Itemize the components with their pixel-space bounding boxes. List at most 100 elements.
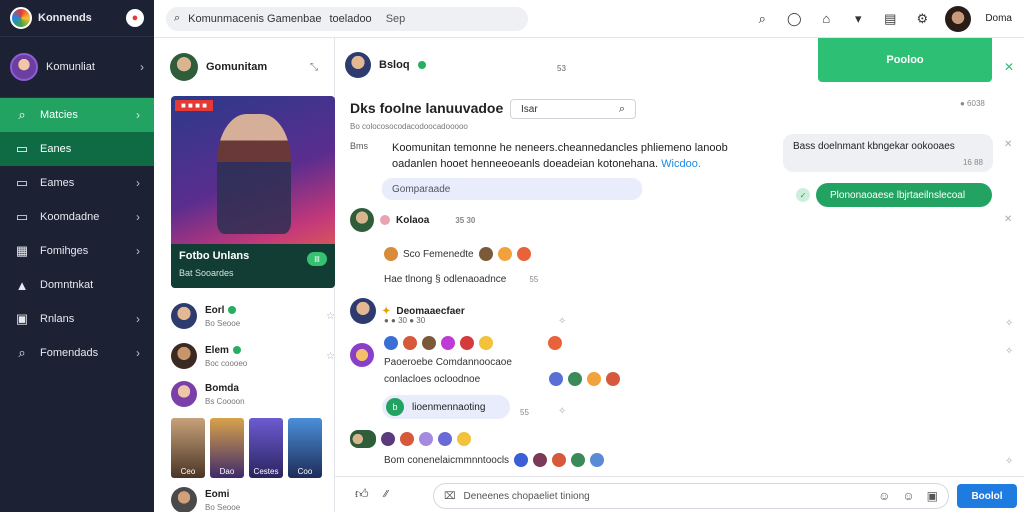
- thumbs-up-icon[interactable]: 👍︎: [355, 486, 369, 502]
- star-icon[interactable]: ✧: [1005, 318, 1013, 329]
- sidebar-item-label: Fomihges: [40, 245, 89, 257]
- emoji-icon: [438, 432, 452, 446]
- star-icon[interactable]: ✧: [1005, 346, 1013, 357]
- emoji-icon[interactable]: [549, 372, 564, 386]
- chat-bubble-icon[interactable]: ◯: [785, 10, 803, 28]
- chevron-down-icon[interactable]: ▾: [849, 10, 867, 28]
- game-card[interactable]: Ceo: [171, 418, 205, 478]
- emoji-icon: [441, 336, 455, 350]
- collapse-icon[interactable]: ⤡: [310, 62, 318, 73]
- message-line: Bom conenelaicmmnntoocls: [384, 453, 605, 467]
- bag-icon: ▣: [15, 311, 29, 326]
- send-status-icon: ✓: [796, 188, 810, 202]
- list-item[interactable]: Eomi Bo Seooe: [171, 482, 335, 512]
- sidebar-item-koomdadne[interactable]: ▭ Koomdadne ›: [0, 200, 154, 234]
- left-sidebar: Konnends ● Komunliat › ⌕ Matcies › ▭ Ean…: [0, 0, 154, 512]
- chat-header[interactable]: Bsloq: [345, 52, 426, 78]
- emoji-icon[interactable]: [590, 453, 605, 467]
- avatar: [350, 343, 374, 367]
- message-author: Kolaoa: [396, 214, 430, 226]
- search-icon: ⌕: [174, 12, 181, 24]
- tag-pill[interactable]: Gomparaade: [382, 178, 642, 200]
- message-input-placeholder: Deneenes chopaeliet tiniong: [463, 490, 590, 502]
- message-line: Paoeroebe Comdannoocaoe: [384, 357, 512, 368]
- primary-cta-button[interactable]: Pooloo: [818, 38, 992, 82]
- action-pill[interactable]: b lioenmennaoting: [382, 395, 510, 419]
- sidebar-profile[interactable]: Komunliat ›: [0, 36, 154, 98]
- sticker-icon[interactable]: ☺: [902, 489, 914, 503]
- bell-icon[interactable]: ⌂: [817, 10, 835, 28]
- star-icon[interactable]: ✧: [1005, 456, 1013, 467]
- sidebar-item-games[interactable]: ▭ Eames ›: [0, 166, 154, 200]
- emoji-icon: [422, 336, 436, 350]
- star-icon[interactable]: ☆: [326, 351, 335, 362]
- search-icon[interactable]: ⌕: [753, 10, 771, 28]
- emoji-icon[interactable]: [587, 372, 602, 386]
- format-icon[interactable]: ⁄⁄: [385, 489, 388, 500]
- message-text: Paoeroebe Comdannoocaoe: [384, 357, 512, 368]
- message-text: Bom conenelaicmmnntoocls: [384, 454, 510, 466]
- avatar[interactable]: [945, 5, 972, 32]
- attach-icon[interactable]: ⌧: [444, 491, 456, 502]
- star-icon[interactable]: ☆: [326, 311, 335, 322]
- game-card[interactable]: Dao: [210, 418, 244, 478]
- sidebar-item-chat[interactable]: ▭ Eanes: [0, 132, 154, 166]
- message-input[interactable]: ⌧ Deneenes chopaeliet tiniong ☺ ☺ ▣: [433, 483, 949, 509]
- chevron-right-icon: ›: [136, 346, 140, 360]
- avatar: [171, 343, 197, 369]
- emoji-icon[interactable]: [516, 247, 531, 261]
- message-sub: Hae tlnong § odlenaoadnce: [384, 274, 507, 285]
- emoji-icon[interactable]: [514, 453, 529, 467]
- search-input[interactable]: ⌕ Komunmacenis Gamenbae toeladoo Sep: [166, 6, 528, 31]
- search-tag: toeladoo: [329, 12, 372, 25]
- system-label: Bms: [350, 141, 368, 151]
- emoji-icon[interactable]: ☺: [878, 489, 890, 503]
- gear-icon[interactable]: ⚙: [913, 10, 931, 28]
- chat-message: [350, 343, 374, 370]
- sidebar-item-domntnkat[interactable]: ▲ Domntnkat: [0, 268, 154, 302]
- emoji-icon: [457, 432, 471, 446]
- emoji-icon: [384, 336, 398, 350]
- featured-card[interactable]: ■ ■ ■ ■ Fotbo Unlans Bat Sooardes lll: [171, 96, 335, 288]
- fire-icon: [548, 336, 562, 350]
- emoji-icon[interactable]: [568, 372, 583, 386]
- app-logo-icon[interactable]: [10, 7, 32, 29]
- sidebar-item-rnlans[interactable]: ▣ Rnlans ›: [0, 302, 154, 336]
- community-header[interactable]: Gomunitam ⤡: [154, 38, 334, 96]
- list-item[interactable]: Eorl Bo Seooe ☆: [171, 298, 335, 334]
- emoji-icon[interactable]: [571, 453, 586, 467]
- incoming-text: Bass doelnmant kbngekar ookooaes: [793, 141, 955, 152]
- game-cards: Ceo Dao Cestes Coo: [171, 418, 335, 478]
- close-icon[interactable]: ✕: [1004, 214, 1012, 225]
- featured-badge[interactable]: lll: [307, 252, 327, 266]
- user-name[interactable]: Doma: [985, 13, 1012, 24]
- game-card[interactable]: Coo: [288, 418, 322, 478]
- list-item[interactable]: Bomda Bs Coooon: [171, 376, 335, 412]
- emoji-icon[interactable]: [478, 247, 493, 261]
- emoji-icon[interactable]: [552, 453, 567, 467]
- topic-search-input[interactable]: Isar ⌕: [510, 99, 636, 119]
- emoji-icon[interactable]: [606, 372, 621, 386]
- notification-badge-icon[interactable]: ●: [126, 9, 144, 27]
- star-icon[interactable]: ✧: [558, 406, 566, 417]
- sidebar-item-matches[interactable]: ⌕ Matcies ›: [0, 98, 154, 132]
- game-card[interactable]: Cestes: [249, 418, 283, 478]
- chevron-right-icon: ›: [136, 176, 140, 190]
- star-icon[interactable]: ✧: [558, 316, 566, 327]
- search-icon: ⌕: [618, 102, 625, 115]
- sidebar-item-fomendads[interactable]: ⌕ Fomendads ›: [0, 336, 154, 370]
- calendar-icon[interactable]: ▤: [881, 10, 899, 28]
- intro-link[interactable]: Wicdoo.: [661, 158, 701, 170]
- emoji-icon[interactable]: [533, 453, 548, 467]
- send-button[interactable]: Boolol: [957, 484, 1017, 508]
- search-icon: ⌕: [18, 107, 26, 122]
- sidebar-header: Konnends ●: [0, 0, 154, 36]
- gif-icon[interactable]: ▣: [927, 489, 938, 503]
- emoji-icon: [384, 247, 398, 261]
- grid-icon: ▦: [15, 243, 29, 258]
- sidebar-item-fomihges[interactable]: ▦ Fomihges ›: [0, 234, 154, 268]
- list-item[interactable]: Elem Boc coooeo ☆: [171, 338, 335, 374]
- emoji-icon[interactable]: [497, 247, 512, 261]
- close-icon[interactable]: ✕: [1004, 139, 1012, 150]
- close-icon[interactable]: ✕: [1004, 60, 1014, 74]
